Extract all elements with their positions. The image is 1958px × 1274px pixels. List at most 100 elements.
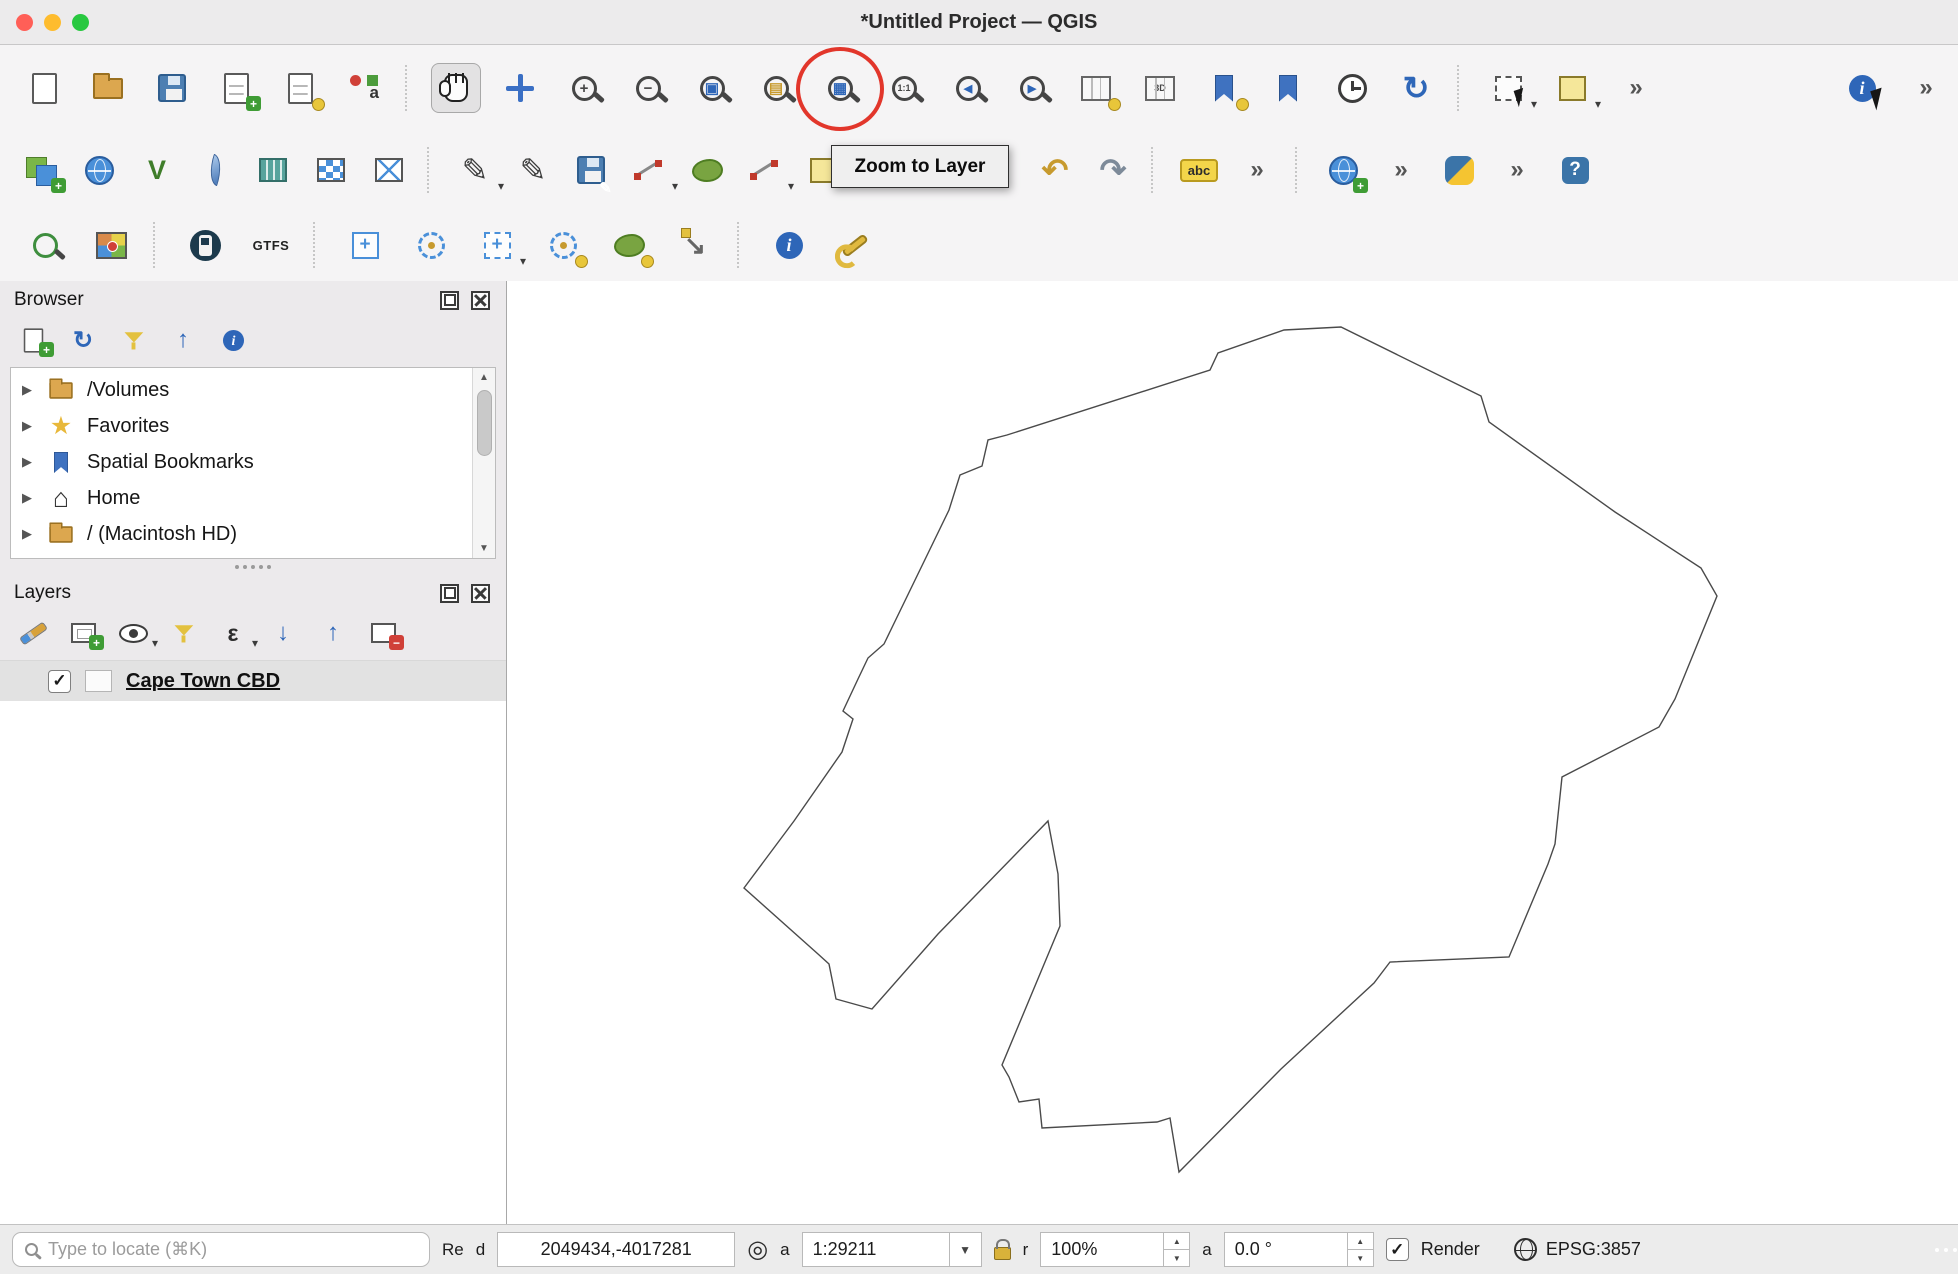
- identify-features-button[interactable]: i: [1837, 63, 1887, 113]
- zoom-next-button[interactable]: ▶: [1007, 63, 1057, 113]
- undock-panel-icon[interactable]: [440, 584, 459, 603]
- spin-down-icon[interactable]: ▼: [1348, 1250, 1373, 1266]
- map-toolbar-overflow-button[interactable]: »: [1901, 63, 1951, 113]
- close-window-button[interactable]: [16, 14, 33, 31]
- python-console-button[interactable]: [1434, 145, 1484, 195]
- layer-checkbox[interactable]: ✓: [48, 670, 71, 693]
- new-map-view-button[interactable]: [1071, 63, 1121, 113]
- browser-item[interactable]: ▶★Favorites: [11, 408, 495, 444]
- labels-toolbar-overflow-button[interactable]: »: [1232, 145, 1282, 195]
- scale-dropdown-button[interactable]: ▼: [949, 1233, 981, 1266]
- selection-toolbar-overflow-button[interactable]: »: [1611, 63, 1661, 113]
- expand-arrow-icon[interactable]: ▶: [19, 454, 35, 470]
- zoom-to-native-resolution-button[interactable]: 1:1: [879, 63, 929, 113]
- open-data-source-manager-button[interactable]: +: [16, 145, 66, 195]
- scale-combobox[interactable]: 1:29211 ▼: [802, 1232, 982, 1267]
- digitize-with-segment-button[interactable]: ▾: [624, 145, 674, 195]
- gtfs-plugin-button[interactable]: GTFS: [246, 220, 296, 270]
- plugins-toolbar-overflow-button[interactable]: »: [1492, 145, 1542, 195]
- layer-row[interactable]: ✓Cape Town CBD: [0, 661, 506, 701]
- browser-tree[interactable]: ▶/Volumes▶★Favorites▶Spatial Bookmarks▶⌂…: [10, 367, 496, 559]
- expand-all-button[interactable]: ↓: [262, 614, 304, 652]
- spin-down-icon[interactable]: ▼: [1164, 1250, 1189, 1266]
- add-selected-layers-button[interactable]: +: [12, 321, 54, 359]
- expand-arrow-icon[interactable]: ▶: [19, 526, 35, 542]
- scrollbar-thumb[interactable]: [477, 390, 492, 456]
- crs-status-button[interactable]: EPSG:3857: [1514, 1238, 1641, 1261]
- scroll-up-icon[interactable]: ▲: [479, 372, 489, 383]
- style-manager-button[interactable]: a: [339, 63, 389, 113]
- close-panel-icon[interactable]: [471, 291, 490, 310]
- current-edits-button[interactable]: ✎▾: [450, 145, 500, 195]
- rotate-around-point-tool-button[interactable]: [406, 220, 456, 270]
- show-spatial-bookmarks-button[interactable]: [1263, 63, 1313, 113]
- extent-marker-icon[interactable]: ◎: [747, 1235, 768, 1264]
- collapse-all-button[interactable]: ↑: [162, 321, 204, 359]
- save-project-button[interactable]: [147, 63, 197, 113]
- rotation-spinbox[interactable]: 0.0 ° ▲ ▼: [1224, 1232, 1374, 1267]
- spin-up-icon[interactable]: ▲: [1348, 1233, 1373, 1250]
- tree-scrollbar[interactable]: ▲ ▼: [472, 368, 495, 558]
- new-3d-map-view-button[interactable]: 3D: [1135, 63, 1185, 113]
- select-features-button[interactable]: ▾: [1483, 63, 1533, 113]
- redo-button[interactable]: ↷: [1088, 145, 1138, 195]
- add-polygon-feature-button[interactable]: [682, 145, 732, 195]
- expand-arrow-icon[interactable]: ▶: [19, 490, 35, 506]
- zoom-out-button[interactable]: −: [623, 63, 673, 113]
- expand-arrow-icon[interactable]: ▶: [19, 418, 35, 434]
- help-button[interactable]: ?: [1550, 145, 1600, 195]
- web-toolbar-globe-button[interactable]: +: [1318, 145, 1368, 195]
- new-print-layout-button[interactable]: +: [211, 63, 261, 113]
- add-web-layer-button[interactable]: [74, 145, 124, 195]
- collapse-all-layers-button[interactable]: ↑: [312, 614, 354, 652]
- new-shapefile-layer-button[interactable]: [190, 145, 240, 195]
- show-layout-manager-button[interactable]: [275, 63, 325, 113]
- browser-properties-button[interactable]: i: [212, 321, 254, 359]
- temporal-controller-panel-button[interactable]: [1327, 63, 1377, 113]
- offset-polygon-tool-button[interactable]: [604, 220, 654, 270]
- minimize-window-button[interactable]: [44, 14, 61, 31]
- identify-info-tool-button[interactable]: i: [764, 220, 814, 270]
- browser-item[interactable]: ▶Spatial Bookmarks: [11, 444, 495, 480]
- new-project-button[interactable]: [19, 63, 69, 113]
- toggle-editing-button[interactable]: ✎: [508, 145, 558, 195]
- new-spatial-bookmark-button[interactable]: [1199, 63, 1249, 113]
- map-styling-tool-button[interactable]: [86, 220, 136, 270]
- filter-by-expression-button[interactable]: ε▾: [212, 614, 254, 652]
- zoom-window-button[interactable]: [72, 14, 89, 31]
- save-layer-edits-button[interactable]: ✎: [566, 145, 616, 195]
- panel-splitter[interactable]: [0, 559, 506, 574]
- vertex-tool-button[interactable]: ▾: [740, 145, 790, 195]
- move-feature-tool-button[interactable]: +▾: [472, 220, 522, 270]
- layer-labeling-options-button[interactable]: abc: [1174, 145, 1224, 195]
- add-group-button[interactable]: +: [62, 614, 104, 652]
- spin-buttons[interactable]: ▲ ▼: [1347, 1233, 1373, 1266]
- add-vector-layer-button[interactable]: V: [132, 145, 182, 195]
- pan-map-button[interactable]: [431, 63, 481, 113]
- close-panel-icon[interactable]: [471, 584, 490, 603]
- settings-wrench-tool-button[interactable]: [830, 220, 880, 270]
- undo-button[interactable]: ↶: [1030, 145, 1080, 195]
- add-raster-layer-button[interactable]: [306, 145, 356, 195]
- pan-map-to-selection-button[interactable]: [495, 63, 545, 113]
- browser-item[interactable]: ▶/Volumes: [11, 372, 495, 408]
- transit-plugin-button[interactable]: [180, 220, 230, 270]
- browser-item[interactable]: ▶/ (Macintosh HD): [11, 516, 495, 552]
- filter-legend-button[interactable]: [162, 614, 204, 652]
- zoom-to-selection-button[interactable]: ▤: [751, 63, 801, 113]
- scroll-down-icon[interactable]: ▼: [479, 543, 489, 554]
- open-project-button[interactable]: [83, 63, 133, 113]
- refresh-browser-button[interactable]: ↻: [62, 321, 104, 359]
- locate-search-input[interactable]: Type to locate (⌘K): [12, 1232, 430, 1267]
- search-layers-tool-button[interactable]: [20, 220, 70, 270]
- open-layer-styling-panel-button[interactable]: [12, 614, 54, 652]
- zoom-full-button[interactable]: ▣: [687, 63, 737, 113]
- zoom-in-button[interactable]: +: [559, 63, 609, 113]
- web-toolbar-overflow-button[interactable]: »: [1376, 145, 1426, 195]
- add-mesh-layer-button[interactable]: [364, 145, 414, 195]
- coordinate-input[interactable]: 2049434,-4017281: [497, 1232, 735, 1267]
- new-geopackage-layer-button[interactable]: [248, 145, 298, 195]
- filter-browser-button[interactable]: [112, 321, 154, 359]
- map-canvas[interactable]: [507, 281, 1958, 1224]
- spin-buttons[interactable]: ▲ ▼: [1163, 1233, 1189, 1266]
